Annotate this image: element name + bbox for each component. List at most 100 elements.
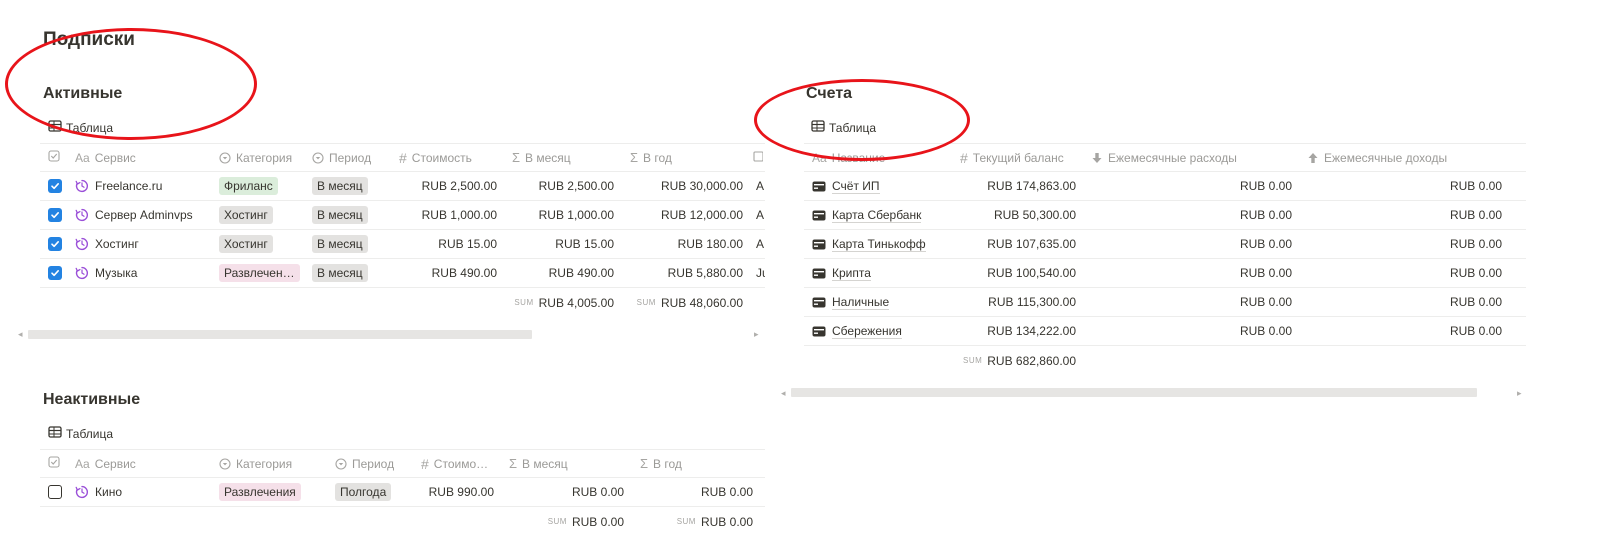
sum-yearly[interactable]: SUM RUB 48,060.00 xyxy=(630,288,743,317)
row-checkbox-cell[interactable] xyxy=(48,259,70,287)
table-row[interactable]: Сервер Adminvps Хостинг В месяц RUB 1,000.0… xyxy=(40,201,765,230)
income-cell[interactable]: RUB 0.00 xyxy=(1307,230,1502,258)
period-cell[interactable]: В месяц xyxy=(312,259,398,287)
inactive-view-tab[interactable]: Таблица xyxy=(48,425,113,442)
service-cell[interactable]: Кино xyxy=(75,478,215,506)
table-row[interactable]: Наличные RUB 115,300.00 RUB 0.00 RUB 0.00 xyxy=(804,288,1526,317)
yearly-cell[interactable]: RUB 30,000.00 xyxy=(630,172,743,200)
table-row[interactable]: Счёт ИП RUB 174,863.00 RUB 0.00 RUB 0.00 xyxy=(804,172,1526,201)
header-cost[interactable]: # Стоимость xyxy=(399,144,511,171)
balance-cell[interactable]: RUB 115,300.00 xyxy=(960,288,1076,316)
monthly-cell[interactable]: RUB 490.00 xyxy=(512,259,614,287)
scroll-right-arrow[interactable]: ▸ xyxy=(754,329,759,340)
checkbox[interactable] xyxy=(48,266,62,280)
row-checkbox-cell[interactable] xyxy=(48,478,70,506)
balance-cell[interactable]: RUB 174,863.00 xyxy=(960,172,1076,200)
account-name[interactable]: Карта Сбербанк xyxy=(832,208,922,223)
balance-cell[interactable]: RUB 50,300.00 xyxy=(960,201,1076,229)
service-cell[interactable]: Музыка xyxy=(75,259,215,287)
header-balance[interactable]: # Текущий баланс xyxy=(960,144,1090,171)
header-monthly[interactable]: ΣВ месяц xyxy=(512,144,628,171)
account-name-cell[interactable]: Наличные xyxy=(812,288,957,316)
yearly-cell[interactable]: RUB 5,880.00 xyxy=(630,259,743,287)
header-period[interactable]: Период xyxy=(335,450,420,477)
table-row[interactable]: Музыка Развлечен… В месяц RUB 490.00 RUB 490… xyxy=(40,259,765,288)
balance-cell[interactable]: RUB 100,540.00 xyxy=(960,259,1076,287)
category-cell[interactable]: Развлечения xyxy=(219,478,331,506)
service-name[interactable]: Сервер Adminvps xyxy=(95,208,193,222)
extra-cell[interactable]: A xyxy=(756,172,765,200)
period-cell[interactable]: Полгода xyxy=(335,478,420,506)
service-name[interactable]: Музыка xyxy=(95,266,137,280)
sum-monthly[interactable]: SUM RUB 0.00 xyxy=(509,507,624,536)
account-name[interactable]: Сбережения xyxy=(832,324,902,339)
account-name-cell[interactable]: Сбережения xyxy=(812,317,957,345)
income-cell[interactable]: RUB 0.00 xyxy=(1307,201,1502,229)
table-row[interactable]: Сбережения RUB 134,222.00 RUB 0.00 RUB 0.00 xyxy=(804,317,1526,346)
expenses-cell[interactable]: RUB 0.00 xyxy=(1091,317,1292,345)
account-name-cell[interactable]: Крипта xyxy=(812,259,957,287)
account-name-cell[interactable]: Карта Тинькофф xyxy=(812,230,957,258)
service-cell[interactable]: Сервер Adminvps xyxy=(75,201,215,229)
monthly-cell[interactable]: RUB 15.00 xyxy=(512,230,614,258)
sum-monthly[interactable]: SUM RUB 4,005.00 xyxy=(512,288,614,317)
category-cell[interactable]: Фриланс xyxy=(219,172,311,200)
active-view-tab[interactable]: Таблица xyxy=(48,119,113,136)
row-checkbox-cell[interactable] xyxy=(48,172,70,200)
sum-balance[interactable]: SUM RUB 682,860.00 xyxy=(960,346,1076,375)
service-name[interactable]: Хостинг xyxy=(95,237,139,251)
income-cell[interactable]: RUB 0.00 xyxy=(1307,288,1502,316)
table-row[interactable]: Кино Развлечения Полгода RUB 990.00 RUB 0.00… xyxy=(40,478,765,507)
row-checkbox-cell[interactable] xyxy=(48,230,70,258)
service-name[interactable]: Freelance.ru xyxy=(95,179,162,193)
header-yearly[interactable]: ΣВ год xyxy=(640,450,760,477)
header-service[interactable]: Aa Сервис xyxy=(75,450,215,477)
expenses-cell[interactable]: RUB 0.00 xyxy=(1091,172,1292,200)
header-yearly[interactable]: ΣВ год xyxy=(630,144,747,171)
active-scrollbar[interactable] xyxy=(28,330,532,339)
extra-cell[interactable]: Ju xyxy=(756,259,765,287)
extra-cell[interactable]: A xyxy=(756,201,765,229)
account-name-cell[interactable]: Карта Сбербанк xyxy=(812,201,957,229)
expenses-cell[interactable]: RUB 0.00 xyxy=(1091,288,1292,316)
account-name[interactable]: Наличные xyxy=(832,295,890,310)
monthly-cell[interactable]: RUB 1,000.00 xyxy=(512,201,614,229)
yearly-cell[interactable]: RUB 12,000.00 xyxy=(630,201,743,229)
table-row[interactable]: Карта Тинькофф RUB 107,635.00 RUB 0.00 RUB … xyxy=(804,230,1526,259)
checkbox[interactable] xyxy=(48,208,62,222)
header-expenses[interactable]: Ежемесячные расходы xyxy=(1091,144,1306,171)
header-extra[interactable] xyxy=(753,144,765,171)
header-income[interactable]: Ежемесячные доходы xyxy=(1307,144,1522,171)
cost-cell[interactable]: RUB 1,000.00 xyxy=(399,201,497,229)
header-check[interactable] xyxy=(48,450,70,477)
header-cost[interactable]: # Стоимо… xyxy=(421,450,507,477)
table-row[interactable]: Freelance.ru Фриланс В месяц RUB 2,500.00 RU… xyxy=(40,172,765,201)
balance-cell[interactable]: RUB 134,222.00 xyxy=(960,317,1076,345)
yearly-cell[interactable]: RUB 180.00 xyxy=(630,230,743,258)
row-checkbox-cell[interactable] xyxy=(48,201,70,229)
expenses-cell[interactable]: RUB 0.00 xyxy=(1091,230,1292,258)
scroll-right-arrow[interactable]: ▸ xyxy=(1517,388,1522,399)
expenses-cell[interactable]: RUB 0.00 xyxy=(1091,201,1292,229)
table-row[interactable]: Карта Сбербанк RUB 50,300.00 RUB 0.00 RUB 0… xyxy=(804,201,1526,230)
header-service[interactable]: Aa Сервис xyxy=(75,144,215,171)
cost-cell[interactable]: RUB 2,500.00 xyxy=(399,172,497,200)
header-monthly[interactable]: ΣВ месяц xyxy=(509,450,637,477)
header-period[interactable]: Период xyxy=(312,144,398,171)
period-cell[interactable]: В месяц xyxy=(312,172,398,200)
service-name[interactable]: Кино xyxy=(95,485,122,499)
period-cell[interactable]: В месяц xyxy=(312,201,398,229)
category-cell[interactable]: Хостинг xyxy=(219,201,311,229)
account-name[interactable]: Крипта xyxy=(832,266,871,281)
income-cell[interactable]: RUB 0.00 xyxy=(1307,317,1502,345)
service-cell[interactable]: Freelance.ru xyxy=(75,172,215,200)
header-category[interactable]: Категория xyxy=(219,450,331,477)
header-category[interactable]: Категория xyxy=(219,144,311,171)
expenses-cell[interactable]: RUB 0.00 xyxy=(1091,259,1292,287)
account-name[interactable]: Счёт ИП xyxy=(832,179,880,194)
cost-cell[interactable]: RUB 15.00 xyxy=(399,230,497,258)
accounts-view-tab[interactable]: Таблица xyxy=(811,119,876,136)
category-cell[interactable]: Хостинг xyxy=(219,230,311,258)
scroll-left-arrow[interactable]: ◂ xyxy=(781,388,786,399)
balance-cell[interactable]: RUB 107,635.00 xyxy=(960,230,1076,258)
